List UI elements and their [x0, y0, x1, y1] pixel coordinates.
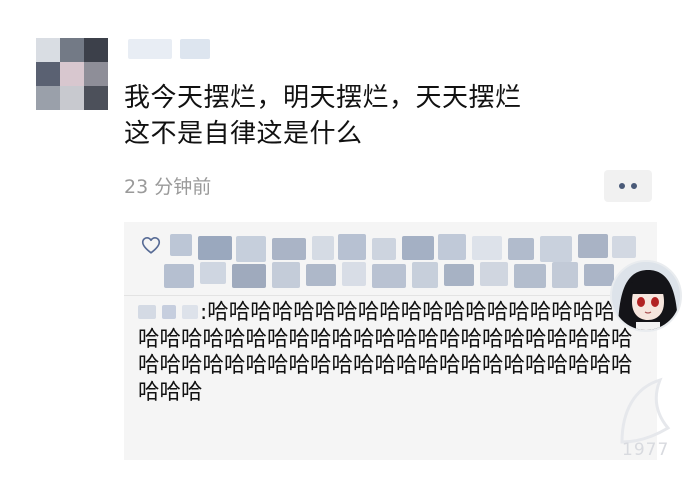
- comment-text: 哈哈哈哈哈哈哈哈哈哈哈哈哈哈哈哈哈哈哈哈哈哈哈哈哈哈哈哈哈哈哈哈哈哈哈哈哈哈哈哈…: [138, 300, 638, 405]
- comment-item[interactable]: :哈哈哈哈哈哈哈哈哈哈哈哈哈哈哈哈哈哈哈哈哈哈哈哈哈哈哈哈哈哈哈哈哈哈哈哈哈哈哈…: [138, 300, 648, 406]
- username[interactable]: [128, 36, 248, 62]
- likes-comments-panel: :哈哈哈哈哈哈哈哈哈哈哈哈哈哈哈哈哈哈哈哈哈哈哈哈哈哈哈哈哈哈哈哈哈哈哈哈哈哈哈…: [124, 222, 657, 460]
- more-actions-button[interactable]: [604, 170, 652, 202]
- post-text: 我今天摆烂，明天摆烂，天天摆烂 这不是自律这是什么: [124, 80, 644, 152]
- likes-comments-divider: [124, 295, 657, 296]
- more-dots-icon: [619, 183, 625, 189]
- watermark-number: 1977: [622, 440, 670, 460]
- post-text-line-2: 这不是自律这是什么: [124, 119, 363, 149]
- likes-row: [124, 222, 657, 294]
- user-avatar[interactable]: [36, 38, 108, 110]
- post-text-line-1: 我今天摆烂，明天摆烂，天天摆烂: [124, 83, 522, 113]
- sticker-avatar: [610, 260, 682, 332]
- anime-girl-icon: [612, 262, 680, 330]
- post-timestamp: 23 分钟前: [124, 176, 212, 198]
- more-dots-icon: [631, 183, 637, 189]
- commenter-name-blurred[interactable]: [138, 301, 200, 323]
- liker-names-blurred[interactable]: [124, 222, 657, 294]
